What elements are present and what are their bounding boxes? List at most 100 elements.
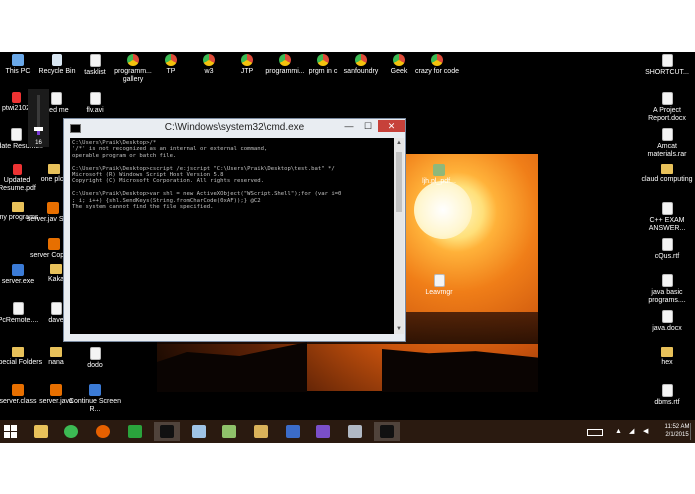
- maximize-button[interactable]: ☐: [360, 120, 376, 132]
- chrome-icon: [241, 54, 253, 66]
- taskbar-button[interactable]: [154, 422, 180, 441]
- folder-icon: [661, 164, 673, 174]
- desktop-icon-label: java basic programs....: [648, 289, 686, 304]
- chrome-icon: [279, 54, 291, 66]
- taskbar-button[interactable]: [374, 422, 400, 441]
- document-icon: [10, 128, 22, 141]
- folder-icon: [12, 347, 24, 357]
- cmd-icon: [160, 425, 174, 438]
- tv-icon: [286, 425, 300, 438]
- scroll-thumb[interactable]: [396, 152, 402, 212]
- chrome-icon: [165, 54, 177, 66]
- minimize-button[interactable]: —: [341, 120, 357, 132]
- flag-icon[interactable]: ▲: [615, 428, 626, 435]
- taskbar-button[interactable]: [58, 422, 84, 441]
- desktop-icon[interactable]: claud computing: [638, 164, 695, 184]
- document-icon: [661, 54, 673, 67]
- document-icon: [89, 54, 101, 67]
- file-explorer-icon: [34, 425, 48, 438]
- chrome-icon: [203, 54, 215, 66]
- cmd-titlebar[interactable]: C:\Windows\system32\cmd.exe — ☐ ✕: [64, 119, 405, 137]
- desktop-icon[interactable]: flv.avi: [66, 92, 124, 115]
- word-icon: [254, 425, 268, 438]
- folder-icon: [661, 347, 673, 357]
- document-icon: [89, 347, 101, 360]
- recycle-bin-icon: [52, 54, 62, 66]
- desktop-icon[interactable]: SHORTCUT...: [638, 54, 695, 77]
- taskbar: ▲ ◢ ◀ 11:52 AM 2/1/2015: [0, 420, 695, 443]
- desktop-icon-label: java.docx: [652, 325, 682, 332]
- pc-icon: [12, 54, 24, 66]
- visual-studio-icon: [316, 425, 330, 438]
- clock-time: 11:52 AM: [664, 424, 690, 430]
- desktop-icon-label: claud computing: [641, 176, 693, 183]
- application-icon: [89, 384, 101, 396]
- taskbar-button[interactable]: [28, 422, 54, 441]
- firefox-icon: [96, 425, 110, 438]
- desktop-icon[interactable]: cQus.rtf: [638, 238, 695, 261]
- folder-icon: [12, 202, 24, 212]
- desktop-icon[interactable]: dodo: [66, 347, 124, 370]
- chrome-icon: [64, 425, 78, 438]
- keyboard-icon[interactable]: [587, 429, 603, 436]
- taskbar-button[interactable]: [342, 422, 368, 441]
- desktop-icon[interactable]: A Project Report.docx: [638, 92, 695, 123]
- volume-popup[interactable]: 16: [28, 89, 49, 147]
- document-icon: [50, 92, 62, 105]
- cmd-window[interactable]: C:\Windows\system32\cmd.exe — ☐ ✕ C:\Use…: [63, 118, 406, 342]
- scroll-up-icon[interactable]: ▲: [395, 139, 403, 147]
- remote-desktop-icon: [348, 425, 362, 438]
- desktop-icon-label: Continue Screen R...: [68, 398, 122, 413]
- document-icon: [661, 384, 673, 397]
- desktop-icon-label: SHORTCUT...: [645, 69, 689, 76]
- network-icon[interactable]: ◢: [629, 428, 640, 435]
- chrome-icon: [127, 54, 139, 66]
- windows-logo-icon: [4, 425, 10, 431]
- clock[interactable]: 11:52 AM 2/1/2015: [660, 423, 694, 439]
- taskbar-button[interactable]: [122, 422, 148, 441]
- taskbar-button[interactable]: [90, 422, 116, 441]
- start-button[interactable]: [4, 425, 17, 438]
- document-icon: [433, 274, 445, 287]
- folder-icon: [48, 164, 60, 174]
- desktop-icon[interactable]: dbms.rtf: [638, 384, 695, 407]
- taskbar-button[interactable]: [248, 422, 274, 441]
- desktop-icon-label: cQus.rtf: [654, 253, 680, 260]
- desktop-icon-label: A Project Report.docx: [648, 107, 686, 122]
- desktop-icon[interactable]: ljh.pl_pdf...: [410, 164, 468, 186]
- scroll-down-icon[interactable]: ▼: [395, 325, 403, 333]
- volume-knob[interactable]: [34, 127, 43, 131]
- archive-icon: [661, 128, 673, 141]
- desktop-icon[interactable]: hex: [638, 347, 695, 367]
- desktop-icon[interactable]: Amcat materials.rar: [638, 128, 695, 159]
- pdf-icon: [11, 92, 21, 103]
- java-icon: [47, 202, 59, 214]
- console-scrollbar[interactable]: ▲ ▼: [394, 138, 404, 334]
- document-icon: [661, 92, 673, 105]
- desktop-icon-label: ljh.pl_pdf...: [422, 178, 456, 185]
- image-icon: [433, 164, 445, 176]
- close-button[interactable]: ✕: [378, 120, 405, 132]
- desktop-icon-label: Leavmgr: [425, 289, 453, 296]
- document-icon: [661, 238, 673, 251]
- desktop-icon[interactable]: crazy for code: [408, 54, 466, 76]
- desktop-icon[interactable]: java basic programs....: [638, 274, 695, 305]
- taskbar-button[interactable]: [280, 422, 306, 441]
- document-icon: [12, 302, 24, 315]
- desktop-icon[interactable]: C++ EXAM ANSWER...: [638, 202, 695, 233]
- document-icon: [661, 202, 673, 215]
- notepad-icon: [192, 425, 206, 438]
- console-output[interactable]: C:\Users\Praik\Desktop>/* '/*' is not rec…: [70, 138, 394, 334]
- desktop-icon[interactable]: Continue Screen R...: [66, 384, 124, 414]
- folder-icon: [50, 264, 62, 274]
- video-icon: [89, 92, 101, 105]
- taskbar-button[interactable]: [310, 422, 336, 441]
- document-icon: [50, 302, 62, 315]
- show-desktop-button[interactable]: [690, 423, 694, 440]
- taskbar-button[interactable]: [186, 422, 212, 441]
- desktop-icon[interactable]: java.docx: [638, 310, 695, 333]
- speaker-icon[interactable]: ◀: [643, 428, 654, 435]
- desktop-icon[interactable]: Leavmgr: [410, 274, 468, 297]
- notepad-plus-icon: [222, 425, 236, 438]
- taskbar-button[interactable]: [216, 422, 242, 441]
